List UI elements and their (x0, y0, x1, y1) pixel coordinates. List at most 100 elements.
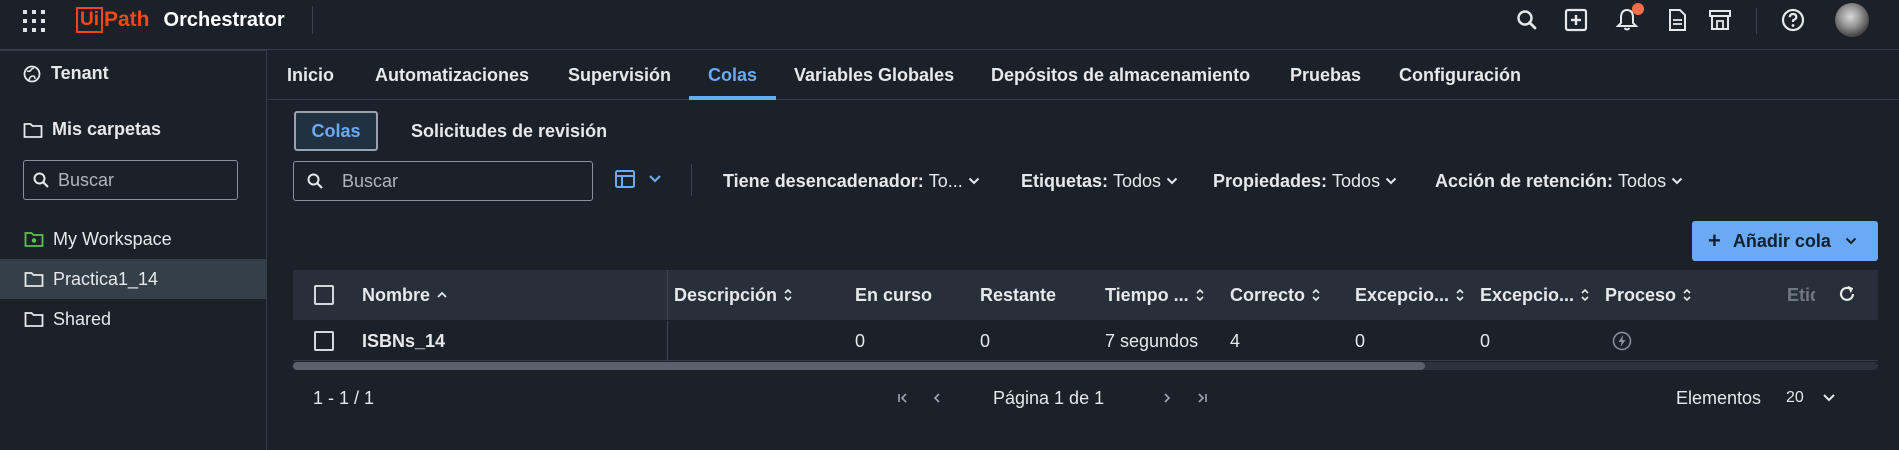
folder-item-practica1-14[interactable]: Practica1_14 (0, 259, 267, 299)
sort-icon (1195, 288, 1205, 302)
column-header-name[interactable]: Nombre (362, 270, 448, 320)
column-header-label: Nombre (362, 285, 431, 305)
refresh-icon[interactable] (1837, 284, 1857, 309)
column-divider[interactable] (667, 270, 668, 320)
tab-colas[interactable]: Colas (688, 50, 777, 100)
add-queue-button[interactable]: + Añadir cola (1692, 221, 1878, 261)
column-header-process[interactable]: Proceso (1605, 270, 1692, 320)
previous-page-icon[interactable] (932, 386, 942, 410)
store-icon[interactable] (1707, 7, 1733, 33)
pagination-range: 1 - 1 / 1 (313, 388, 375, 408)
column-header-tags[interactable]: Etiq (1787, 270, 1815, 320)
sidebar-search-input[interactable]: Buscar (23, 160, 238, 200)
sort-asc-icon (436, 291, 448, 299)
tab-inicio[interactable]: Inicio (287, 50, 334, 100)
tab-variables-globales[interactable]: Variables Globales (794, 50, 954, 100)
main-nav: Inicio Automatizaciones Supervisión Cola… (268, 50, 1899, 100)
uipath-logo[interactable]: Ui Path Orchestrator (76, 6, 285, 34)
filter-retention[interactable]: Acción de retención: Todos (1435, 168, 1683, 194)
filter-tags-value: Todos (1113, 171, 1162, 191)
column-header-label: Tiempo ... (1105, 285, 1189, 305)
cell-name[interactable]: ISBNs_14 (362, 321, 445, 361)
first-page-icon[interactable] (897, 386, 911, 410)
trigger-bolt-icon[interactable] (1612, 331, 1632, 356)
column-header-in-progress[interactable]: En curso (855, 270, 932, 320)
logo-path: Path (104, 8, 150, 31)
filter-retention-value: Todos (1618, 171, 1667, 191)
next-page-icon[interactable] (1162, 386, 1172, 410)
sort-icon (1682, 288, 1692, 302)
table-row[interactable]: ISBNs_14 0 0 7 segundos 4 0 0 (293, 321, 1878, 361)
chevron-down-icon[interactable] (1845, 237, 1857, 245)
globe-icon (22, 64, 42, 84)
subtab-solicitudes-revision[interactable]: Solicitudes de revisión (411, 111, 607, 151)
cell-successful: 4 (1230, 331, 1241, 351)
help-icon[interactable] (1780, 7, 1806, 33)
tab-depositos[interactable]: Depósitos de almacenamiento (991, 50, 1250, 100)
plus-icon: + (1708, 228, 1721, 253)
folder-item-shared[interactable]: Shared (0, 299, 267, 339)
column-header-label: Proceso (1605, 285, 1677, 305)
column-header-label: Restante (980, 285, 1057, 305)
filter-trigger[interactable]: Tiene desencadenador: To... (723, 168, 980, 194)
select-all-checkbox[interactable] (314, 285, 334, 305)
filter-properties-value: Todos (1332, 171, 1381, 191)
tab-supervision[interactable]: Supervisión (568, 50, 671, 100)
divider (1756, 8, 1757, 34)
folder-icon (24, 310, 44, 328)
tab-configuracion[interactable]: Configuración (1399, 50, 1521, 100)
subtab-colas[interactable]: Colas (294, 111, 378, 151)
folder-item-my-workspace[interactable]: My Workspace (0, 219, 267, 259)
column-header-time[interactable]: Tiempo ... (1105, 270, 1205, 320)
folder-icon (24, 270, 44, 288)
column-header-label: Etiq (1787, 285, 1815, 305)
bell-icon[interactable] (1614, 3, 1644, 33)
chevron-down-icon[interactable] (1822, 386, 1836, 410)
horizontal-scrollbar-thumb[interactable] (293, 362, 1425, 370)
table-columns-icon (615, 170, 635, 188)
items-per-page-value[interactable]: 20 (1786, 383, 1804, 413)
filter-retention-label: Acción de retención: (1435, 171, 1614, 191)
add-square-icon[interactable] (1563, 7, 1589, 33)
filter-tags[interactable]: Etiquetas: Todos (1021, 168, 1178, 194)
filter-properties[interactable]: Propiedades: Todos (1213, 168, 1397, 194)
filter-properties-label: Propiedades: (1213, 171, 1328, 191)
tab-pruebas[interactable]: Pruebas (1290, 50, 1361, 100)
cell-time: 7 segundos (1105, 331, 1199, 351)
chevron-down-icon (649, 175, 661, 183)
cell-in-progress: 0 (855, 331, 866, 351)
product-name: Orchestrator (163, 8, 285, 31)
column-header-biz-exceptions[interactable]: Excepcio... (1480, 270, 1590, 320)
top-bar: Ui Path Orchestrator (0, 0, 1899, 42)
tenant-label: Tenant (51, 63, 109, 83)
sidebar-search-placeholder: Buscar (58, 169, 115, 190)
sort-icon (1580, 288, 1590, 302)
search-icon[interactable] (1514, 7, 1540, 33)
apps-grid-icon[interactable] (23, 10, 45, 32)
page-indicator: Página 1 de 1 (993, 388, 1105, 408)
column-header-successful[interactable]: Correcto (1230, 270, 1321, 320)
row-checkbox[interactable] (314, 331, 334, 351)
table-header: Nombre Descripción En curso Restante Tie… (293, 270, 1878, 320)
my-folders-header: Mis carpetas (23, 119, 161, 140)
column-settings-button[interactable] (614, 168, 662, 190)
search-icon (33, 172, 49, 188)
search-input[interactable]: Buscar (293, 161, 593, 201)
tab-automatizaciones[interactable]: Automatizaciones (375, 50, 529, 100)
sort-icon (783, 288, 793, 302)
column-header-remaining[interactable]: Restante (980, 270, 1056, 320)
folder-label: Practica1_14 (53, 268, 159, 289)
column-header-label: Excepcio... (1355, 285, 1450, 305)
chevron-down-icon (1385, 177, 1397, 185)
document-icon[interactable] (1664, 7, 1690, 33)
items-per-page-label: Elementos (1676, 388, 1762, 408)
column-header-app-exceptions[interactable]: Excepcio... (1355, 270, 1465, 320)
cell-app-exceptions: 0 (1355, 331, 1366, 351)
folder-icon (23, 120, 43, 140)
column-header-description[interactable]: Descripción (674, 270, 793, 320)
tenant-selector[interactable]: Tenant (22, 63, 109, 84)
avatar[interactable] (1835, 3, 1869, 37)
last-page-icon[interactable] (1194, 386, 1208, 410)
filter-trigger-value: To... (928, 171, 963, 191)
divider (691, 164, 692, 196)
